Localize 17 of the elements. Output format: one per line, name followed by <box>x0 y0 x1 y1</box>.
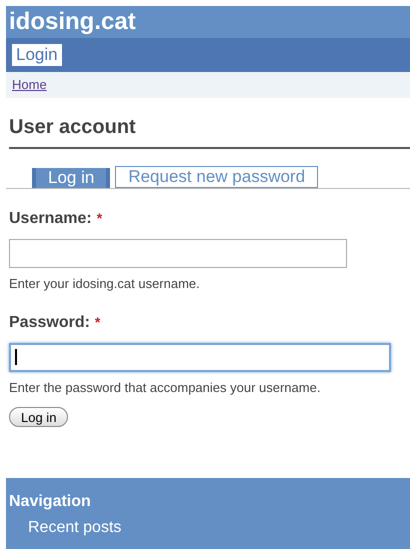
page-title: User account <box>9 115 137 139</box>
input-field[interactable] <box>9 239 347 268</box>
block-title: Navigation <box>9 492 92 512</box>
required-mark: * <box>94 312 100 332</box>
field-label: Username: <box>9 209 92 229</box>
nav-link[interactable]: Login <box>12 44 62 66</box>
field-label: Password: <box>9 312 90 332</box>
field-description: Enter the password that accompanies your username. <box>9 378 322 397</box>
tab[interactable]: Request new password <box>115 166 318 188</box>
field-description: Enter your idosing.cat username. <box>9 275 201 293</box>
nav-menu-item[interactable]: Recent posts <box>28 516 407 540</box>
site-name[interactable]: idosing.cat <box>9 10 136 34</box>
breadcrumb-link[interactable]: Home <box>12 75 47 95</box>
login-button[interactable]: Log in <box>9 407 68 427</box>
required-mark: * <box>96 209 102 228</box>
tab[interactable]: Log in <box>32 168 110 188</box>
input-field[interactable] <box>9 342 391 372</box>
